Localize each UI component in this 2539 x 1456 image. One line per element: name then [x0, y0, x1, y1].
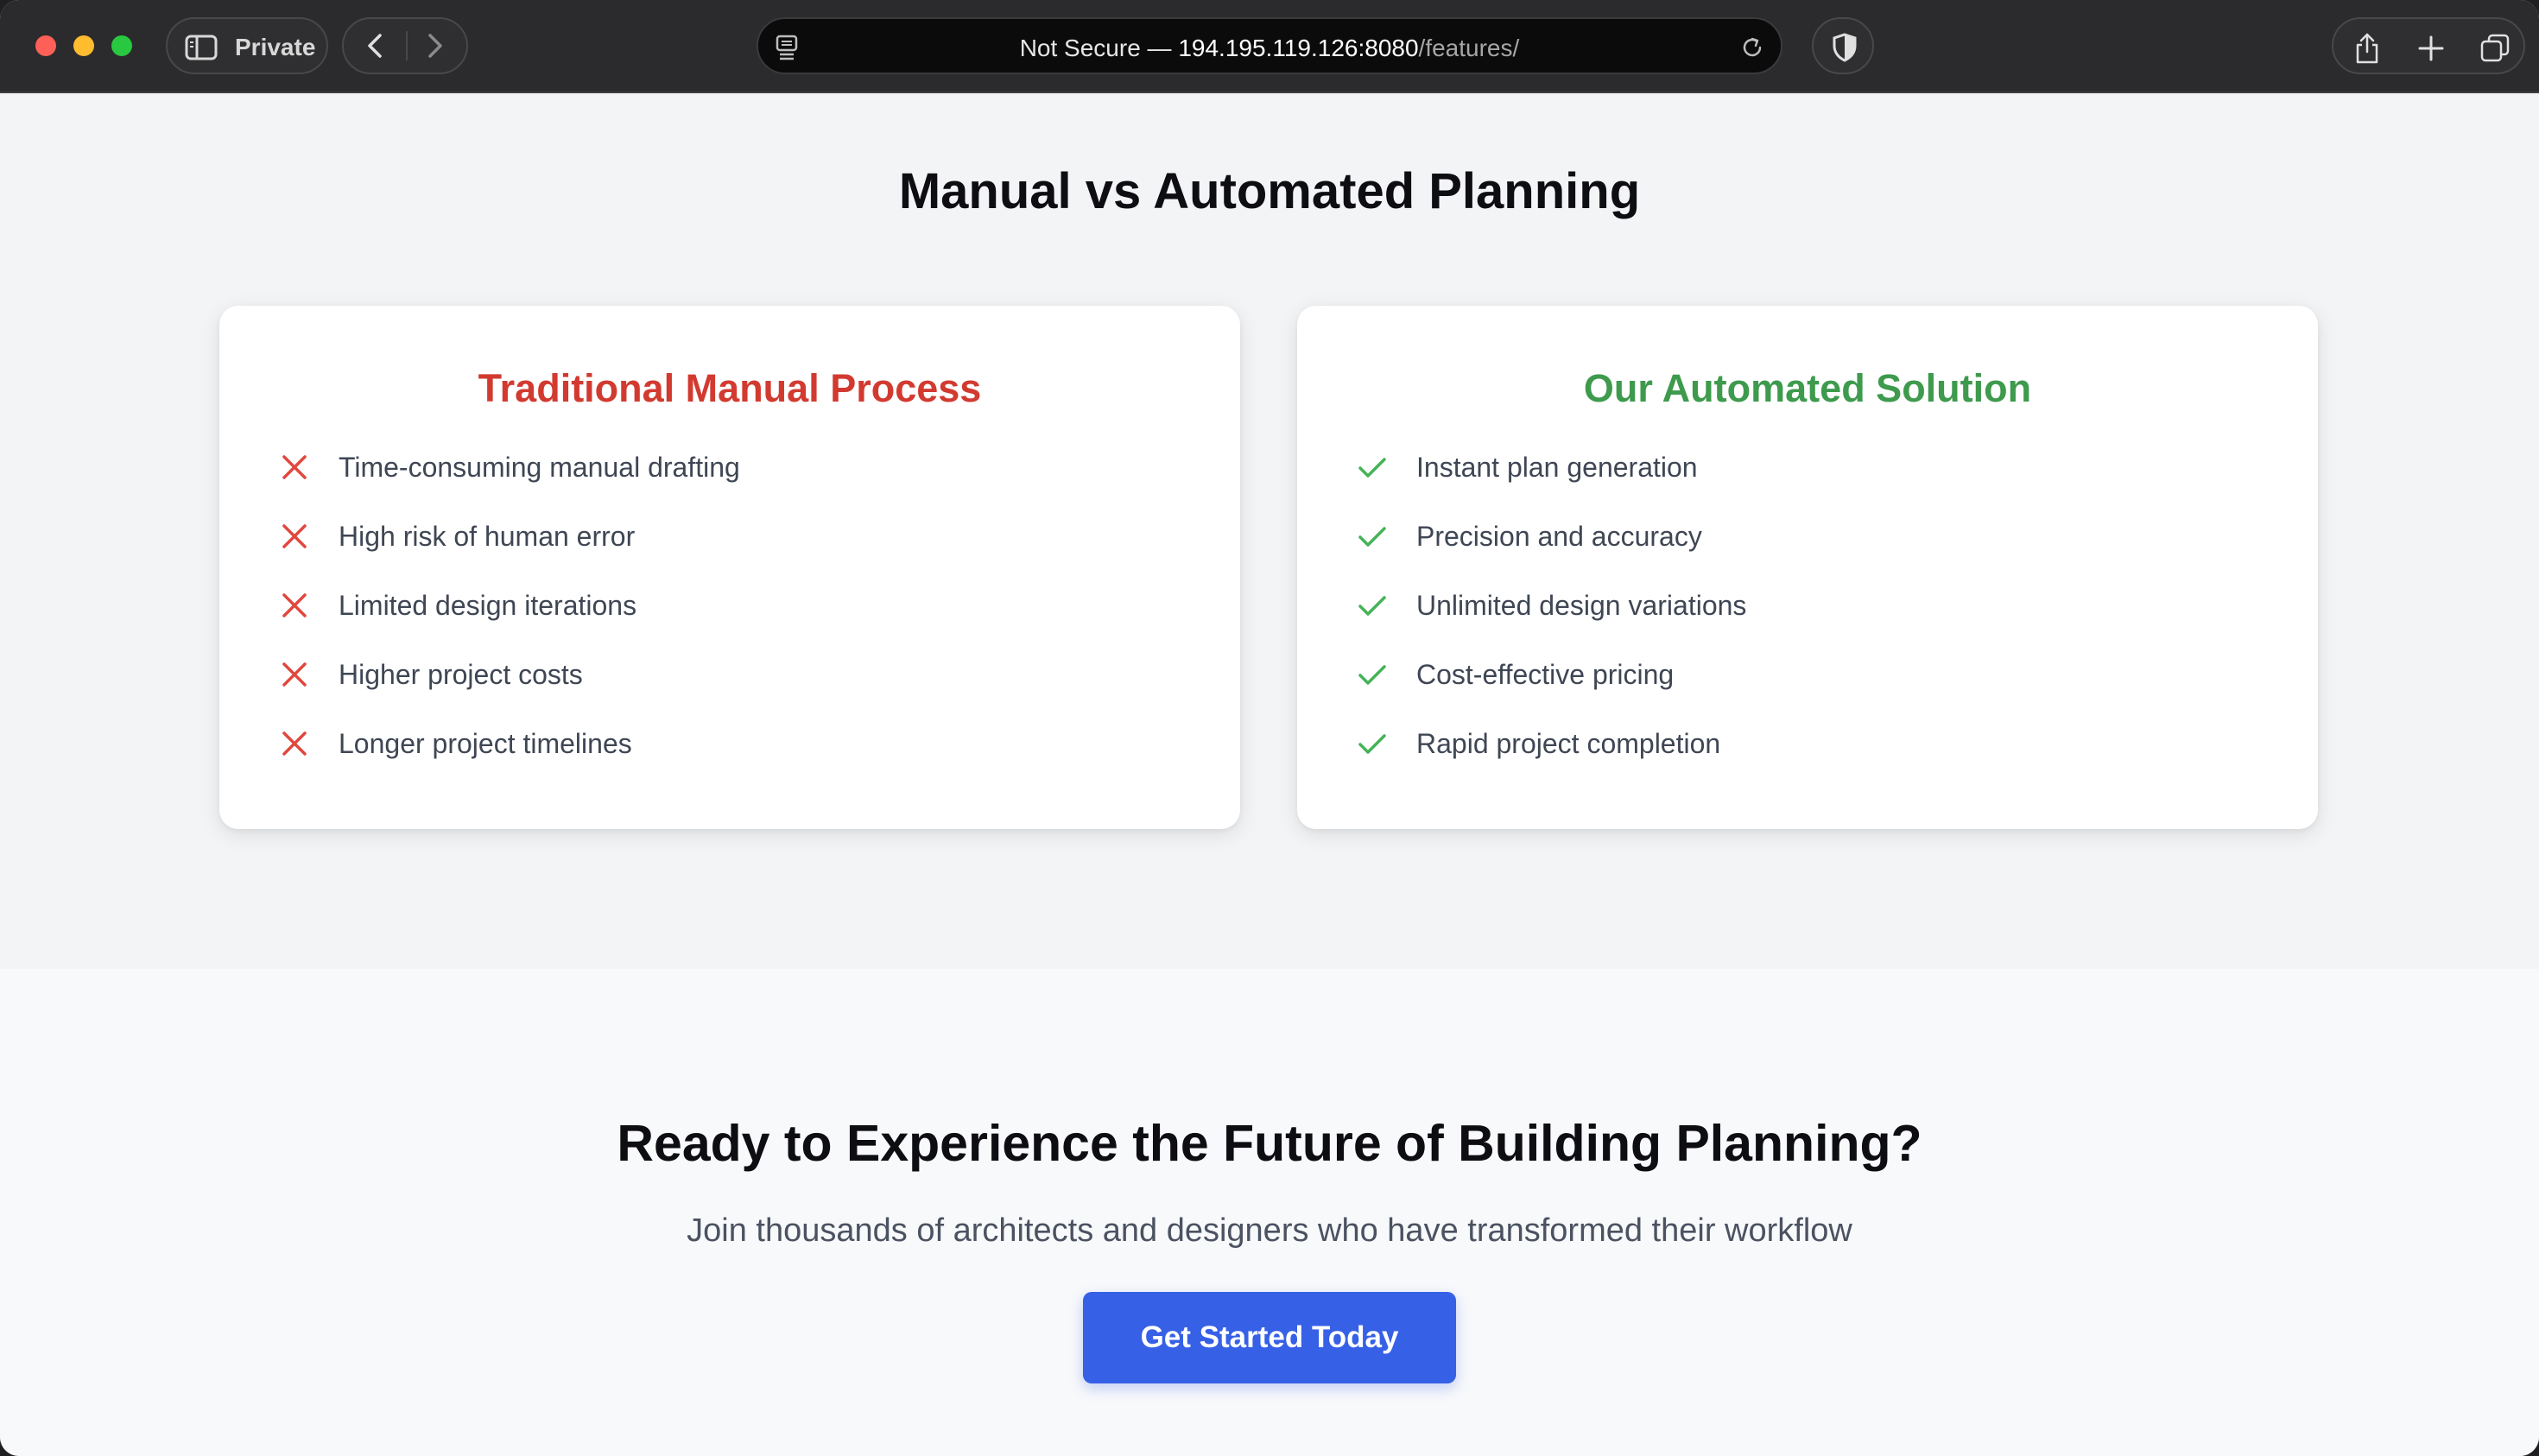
navigation-buttons: [342, 17, 468, 74]
url-host: 194.195.119.126:8080: [1178, 35, 1419, 61]
privacy-report-button[interactable]: [1812, 17, 1874, 74]
sidebar-private-button[interactable]: Private: [166, 17, 328, 74]
automated-card-heading: Our Automated Solution: [1583, 366, 2032, 410]
get-started-button[interactable]: Get Started Today: [1083, 1292, 1456, 1383]
manual-process-card: Traditional Manual Process Time-consumin…: [219, 306, 1240, 829]
x-icon: [282, 731, 307, 756]
close-window-button[interactable]: [35, 35, 56, 56]
automated-item-text: Cost-effective pricing: [1416, 659, 1675, 690]
minimize-window-button[interactable]: [73, 35, 94, 56]
url-text: Not Secure — 194.195.119.126:8080/featur…: [758, 35, 1781, 62]
check-icon: [1358, 458, 1386, 478]
check-icon: [1358, 527, 1386, 547]
x-icon: [282, 455, 307, 479]
automated-item-text: Precision and accuracy: [1416, 521, 1702, 552]
x-icon: [282, 524, 307, 548]
sidebar-icon: [185, 35, 218, 60]
back-icon[interactable]: [361, 31, 390, 60]
automated-solution-card: Our Automated Solution Instant plan gene…: [1297, 306, 2318, 829]
x-icon: [282, 593, 307, 617]
cta-title: Ready to Experience the Future of Buildi…: [617, 1115, 1922, 1172]
comparison-section: Manual vs Automated Planning Traditional…: [0, 93, 2539, 969]
url-security-label: Not Secure —: [1019, 35, 1179, 61]
manual-item-text: Time-consuming manual drafting: [339, 452, 740, 483]
comparison-title: Manual vs Automated Planning: [898, 163, 1641, 219]
manual-card-heading: Traditional Manual Process: [478, 366, 982, 410]
address-bar[interactable]: Not Secure — 194.195.119.126:8080/featur…: [757, 17, 1782, 74]
check-icon: [1358, 734, 1386, 754]
automated-item-text: Instant plan generation: [1416, 452, 1698, 483]
manual-item-text: Higher project costs: [339, 659, 583, 690]
forward-icon[interactable]: [420, 31, 449, 60]
page-content: Manual vs Automated Planning Traditional…: [0, 93, 2539, 1456]
url-path: /features/: [1418, 35, 1520, 61]
manual-item-text: Longer project timelines: [339, 728, 632, 759]
nav-divider: [406, 31, 408, 60]
cta-section: Ready to Experience the Future of Buildi…: [0, 969, 2539, 1456]
new-tab-icon[interactable]: [2416, 32, 2446, 65]
private-label: Private: [235, 34, 316, 60]
share-icon[interactable]: [2352, 32, 2382, 65]
shield-icon: [1833, 33, 1857, 62]
automated-item-text: Rapid project completion: [1416, 728, 1721, 759]
toolbar-actions: [2332, 17, 2525, 74]
browser-window: Private Not Secure — 194.195.119.126:808…: [0, 0, 2539, 1456]
manual-item-text: High risk of human error: [339, 521, 636, 552]
check-icon: [1358, 665, 1386, 685]
cta-subtitle: Join thousands of architects and designe…: [687, 1212, 1852, 1249]
tab-overview-icon[interactable]: [2479, 32, 2511, 65]
check-icon: [1358, 596, 1386, 616]
reload-icon[interactable]: [1739, 35, 1765, 60]
zoom-window-button[interactable]: [111, 35, 132, 56]
browser-toolbar: Private Not Secure — 194.195.119.126:808…: [0, 0, 2539, 93]
manual-item-text: Limited design iterations: [339, 590, 637, 621]
automated-item-text: Unlimited design variations: [1416, 590, 1747, 621]
x-icon: [282, 662, 307, 687]
